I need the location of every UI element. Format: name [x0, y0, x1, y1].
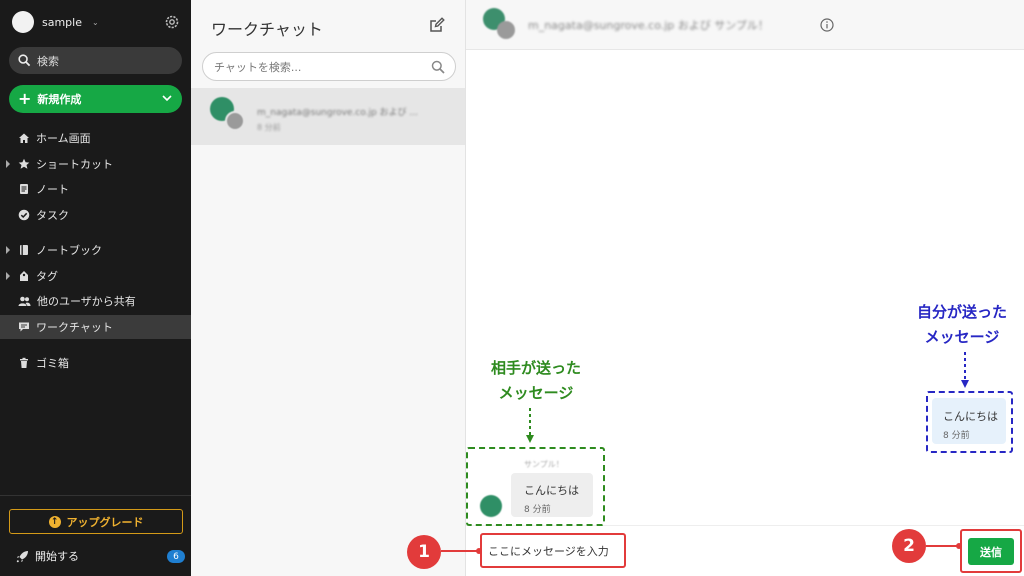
chat-header: m_nagata@sungrove.co.jp および サンプル！	[466, 0, 1024, 50]
annotation-line: メッセージ	[498, 384, 574, 402]
expand-arrow-icon[interactable]	[6, 272, 10, 280]
sidebar-item-label: ゴミ箱	[36, 357, 69, 370]
search-icon	[431, 60, 445, 74]
chat-search-input[interactable]: チャットを検索...	[202, 52, 456, 81]
sidebar-item-label: ノート	[36, 183, 69, 196]
sidebar-item-label: タグ	[36, 270, 58, 283]
rocket-icon	[16, 550, 28, 562]
annotation-line: 相手が送った	[490, 359, 581, 377]
upgrade-button[interactable]: ↑ アップグレード	[9, 509, 183, 534]
chat-search-placeholder: チャットを検索...	[214, 60, 302, 74]
notebook-icon	[20, 245, 28, 255]
search-button[interactable]: 検索	[9, 47, 182, 74]
app-window: sample ⌄ 検索 + 新規作成 ホーム画面 ショートカット ノート タスク…	[0, 0, 1024, 576]
chevron-down-icon: ⌄	[92, 17, 99, 27]
search-icon	[18, 54, 31, 67]
sidebar-item-home[interactable]: ホーム画面	[0, 126, 191, 150]
chat-item-name: m_nagata@sungrove.co.jp および ...	[257, 108, 418, 118]
upgrade-label: アップグレード	[66, 515, 144, 529]
get-started-link[interactable]: 開始する	[16, 548, 79, 564]
sidebar-item-notebooks[interactable]: ノートブック	[0, 238, 191, 262]
sidebar: sample ⌄ 検索 + 新規作成 ホーム画面 ショートカット ノート タスク…	[0, 0, 191, 576]
sidebar-item-tasks[interactable]: タスク	[0, 203, 191, 227]
sidebar-item-tags[interactable]: タグ	[0, 264, 191, 288]
sidebar-item-label: ホーム画面	[36, 132, 91, 145]
home-icon	[19, 133, 29, 143]
send-highlight-box	[960, 529, 1022, 573]
search-label: 検索	[37, 54, 59, 68]
sidebar-item-label: ノートブック	[36, 244, 102, 257]
account-name: sample	[42, 15, 82, 29]
chat-title: m_nagata@sungrove.co.jp および サンプル！	[528, 19, 769, 32]
count-badge: 6	[167, 550, 185, 563]
check-circle-icon	[18, 209, 30, 221]
plus-icon: +	[18, 89, 32, 108]
avatar	[497, 21, 515, 39]
step-number-badge: 1	[407, 535, 441, 569]
expand-arrow-icon[interactable]	[6, 246, 10, 254]
chat-list-item[interactable]: m_nagata@sungrove.co.jp および ... 8 分前	[191, 88, 465, 145]
outgoing-highlight-box	[926, 391, 1013, 453]
chat-list-panel: ワークチャット チャットを検索... m_nagata@sungrove.co.…	[191, 0, 466, 576]
sidebar-item-label: ワークチャット	[36, 321, 113, 334]
trash-icon	[20, 357, 28, 368]
sidebar-item-shortcuts[interactable]: ショートカット	[0, 152, 191, 176]
chat-icon	[19, 322, 29, 332]
tag-icon	[20, 271, 28, 281]
avatar	[12, 11, 34, 33]
input-highlight-box	[480, 533, 626, 568]
expand-arrow-icon[interactable]	[6, 160, 10, 168]
note-icon	[20, 184, 28, 194]
divider	[0, 495, 191, 496]
outgoing-annotation-label: 自分が送った メッセージ	[900, 300, 1024, 350]
chat-item-time: 8 分前	[257, 123, 281, 132]
sidebar-item-notes[interactable]: ノート	[0, 177, 191, 201]
chevron-down-icon[interactable]	[161, 92, 173, 104]
new-button-label: 新規作成	[37, 93, 82, 106]
sidebar-item-workchat[interactable]: ワークチャット	[0, 315, 191, 339]
compose-icon[interactable]	[429, 17, 445, 33]
sidebar-item-trash[interactable]: ゴミ箱	[0, 351, 191, 375]
panel-title: ワークチャット	[211, 20, 323, 39]
avatar	[225, 111, 245, 131]
users-icon	[18, 296, 31, 306]
gear-icon[interactable]	[164, 14, 180, 30]
star-icon	[18, 158, 30, 169]
account-menu[interactable]: sample ⌄	[12, 11, 99, 33]
sidebar-item-label: タスク	[36, 209, 69, 222]
new-button[interactable]: + 新規作成	[9, 85, 182, 113]
sidebar-item-label: 他のユーザから共有	[37, 295, 136, 308]
annotation-line: メッセージ	[924, 328, 1000, 346]
incoming-annotation-label: 相手が送った メッセージ	[476, 356, 596, 406]
annotation-line: 自分が送った	[916, 303, 1007, 321]
incoming-highlight-box	[466, 447, 605, 526]
get-started-label: 開始する	[35, 550, 79, 563]
upgrade-icon: ↑	[48, 515, 61, 528]
info-icon[interactable]	[820, 18, 834, 32]
sidebar-item-shared[interactable]: 他のユーザから共有	[0, 289, 191, 313]
sidebar-item-label: ショートカット	[36, 158, 113, 171]
step-number-badge: 2	[892, 529, 926, 563]
